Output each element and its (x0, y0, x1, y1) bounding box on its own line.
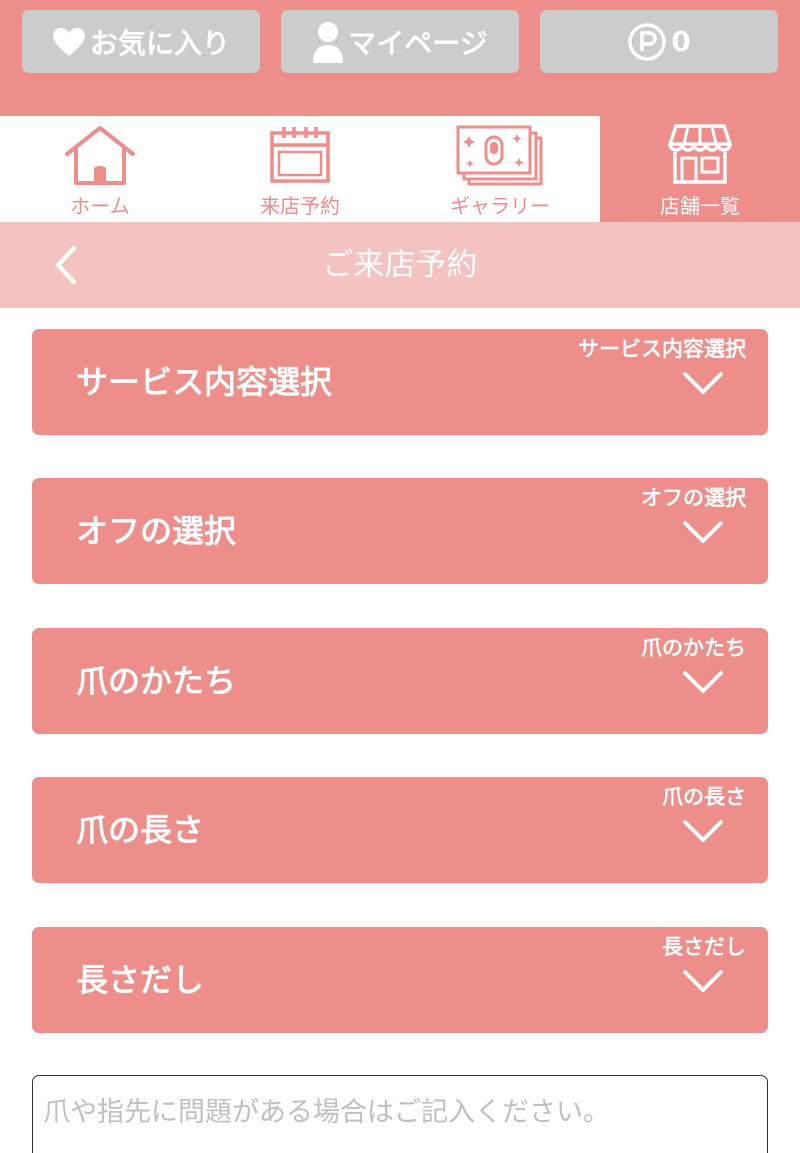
off-select-accordion[interactable]: オフの選択 オフの選択 (32, 478, 768, 584)
points-value: 0 (671, 25, 691, 58)
accordion-caption: オフの選択 (641, 486, 746, 510)
back-button[interactable] (44, 240, 88, 290)
calendar-icon (270, 127, 330, 183)
mypage-label: マイページ (348, 26, 488, 60)
page-title: ご来店予約 (322, 247, 478, 283)
tab-stores[interactable]: 店舗一覧 (600, 116, 800, 222)
sub-header: ご来店予約 (0, 222, 800, 308)
chevron-down-icon (683, 820, 723, 842)
accordion-caption: 長さだし (662, 935, 746, 959)
mypage-button[interactable]: マイページ (281, 10, 519, 73)
house-icon (65, 126, 135, 185)
accordion-caption: サービス内容選択 (578, 337, 746, 361)
accordion-caption: 爪の長さ (662, 785, 746, 809)
heart-icon (52, 27, 85, 56)
gallery-icon (456, 125, 543, 186)
top-header: お気に入り マイページ 0 (0, 0, 800, 116)
service-select-accordion[interactable]: サービス内容選択 サービス内容選択 (32, 329, 768, 435)
main-nav: ホーム 来店予約 ギャラリー 店舗一覧 (0, 116, 800, 222)
length-extension-accordion[interactable]: 長さだし 長さだし (32, 927, 768, 1033)
favorites-button[interactable]: お気に入り (22, 10, 260, 73)
chevron-down-icon (683, 372, 723, 394)
accordion-title: 長さだし (76, 961, 205, 999)
tab-home-label: ホーム (70, 194, 130, 218)
accordion-caption: 爪のかたち (641, 636, 746, 660)
favorites-label: お気に入り (89, 26, 230, 60)
tab-reservation[interactable]: 来店予約 (200, 116, 400, 222)
tab-stores-label: 店舗一覧 (660, 194, 740, 218)
tab-home[interactable]: ホーム (0, 116, 200, 222)
accordion-title: 爪のかたち (76, 662, 237, 700)
nail-issue-notes-input[interactable] (32, 1075, 768, 1153)
store-icon (668, 124, 732, 184)
tab-gallery-label: ギャラリー (450, 194, 550, 218)
accordion-title: サービス内容選択 (76, 363, 333, 401)
tab-gallery[interactable]: ギャラリー (400, 116, 600, 222)
nail-shape-accordion[interactable]: 爪のかたち 爪のかたち (32, 628, 768, 734)
chevron-left-icon (55, 245, 77, 285)
accordion-title: 爪の長さ (76, 811, 205, 849)
chevron-down-icon (683, 970, 723, 992)
points-icon (628, 22, 666, 61)
chevron-down-icon (683, 521, 723, 543)
tab-reservation-label: 来店予約 (260, 194, 340, 218)
user-icon (313, 21, 344, 63)
accordion-title: オフの選択 (76, 512, 237, 550)
points-button[interactable]: 0 (540, 10, 778, 73)
nail-length-accordion[interactable]: 爪の長さ 爪の長さ (32, 777, 768, 883)
chevron-down-icon (683, 671, 723, 693)
